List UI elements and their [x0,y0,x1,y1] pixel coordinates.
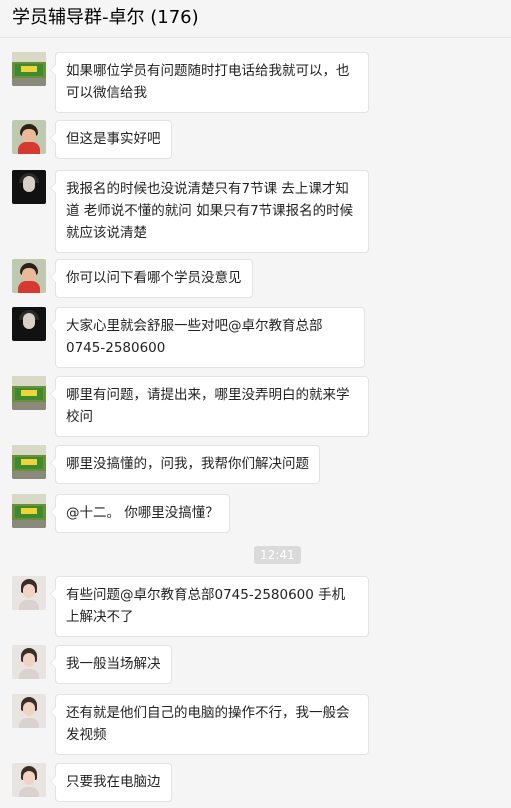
office-photo-avatar[interactable] [12,494,46,528]
message-row: 哪里有问题，请提出来，哪里没弄明白的就来学校问 [12,376,369,437]
message-bubble[interactable]: 你可以问下看哪个学员没意见 [50,259,253,298]
message-bubble[interactable]: 还有就是他们自己的电脑的操作不行，我一般会发视频 [50,694,369,755]
message-bubble[interactable]: 我一般当场解决 [50,645,172,684]
woman-photo-avatar[interactable] [12,576,46,610]
office-photo-avatar[interactable] [12,52,46,86]
message-bubble[interactable]: 有些问题@卓尔教育总部0745-2580600 手机上解决不了 [50,576,369,637]
message-row: 大家心里就会舒服一些对吧@卓尔教育总部0745-2580600 [12,307,365,368]
dark-portrait-avatar[interactable] [12,170,46,204]
message-row: 但这是事实好吧 [12,120,172,159]
message-bubble[interactable]: 哪里有问题，请提出来，哪里没弄明白的就来学校问 [50,376,369,437]
message-row: 你可以问下看哪个学员没意见 [12,259,253,298]
message-row: 哪里没搞懂的，问我，我帮你们解决问题 [12,445,320,484]
time-separator: 12:41 [254,546,301,564]
office-photo-avatar[interactable] [12,376,46,410]
message-row: 有些问题@卓尔教育总部0745-2580600 手机上解决不了 [12,576,369,637]
message-row: 我一般当场解决 [12,645,172,684]
message-bubble[interactable]: @十二。 你哪里没搞懂？ [50,494,230,533]
message-bubble[interactable]: 大家心里就会舒服一些对吧@卓尔教育总部0745-2580600 [50,307,365,368]
woman-photo-avatar[interactable] [12,694,46,728]
message-row: 如果哪位学员有问题随时打电话给我就可以，也可以微信给我 [12,52,369,113]
boy-photo-avatar[interactable] [12,120,46,154]
chat-header: 学员辅导群-卓尔 (176) [0,0,511,38]
office-photo-avatar[interactable] [12,445,46,479]
message-bubble[interactable]: 我报名的时候也没说清楚只有7节课 去上课才知道 老师说不懂的就问 如果只有7节课… [50,170,369,253]
message-list[interactable]: 如果哪位学员有问题随时打电话给我就可以，也可以微信给我 但这是事实好吧 我报名的… [0,38,511,808]
message-bubble[interactable]: 只要我在电脑边 [50,763,172,802]
woman-photo-avatar[interactable] [12,763,46,797]
dark-portrait-avatar[interactable] [12,307,46,341]
message-bubble[interactable]: 哪里没搞懂的，问我，我帮你们解决问题 [50,445,320,484]
message-row: 还有就是他们自己的电脑的操作不行，我一般会发视频 [12,694,369,755]
message-row: 我报名的时候也没说清楚只有7节课 去上课才知道 老师说不懂的就问 如果只有7节课… [12,170,369,253]
woman-photo-avatar[interactable] [12,645,46,679]
chat-title: 学员辅导群-卓尔 (176) [12,7,199,28]
message-bubble[interactable]: 但这是事实好吧 [50,120,172,159]
boy-photo-avatar[interactable] [12,259,46,293]
message-row: @十二。 你哪里没搞懂？ [12,494,230,533]
message-bubble[interactable]: 如果哪位学员有问题随时打电话给我就可以，也可以微信给我 [50,52,369,113]
message-row: 只要我在电脑边 [12,763,172,802]
